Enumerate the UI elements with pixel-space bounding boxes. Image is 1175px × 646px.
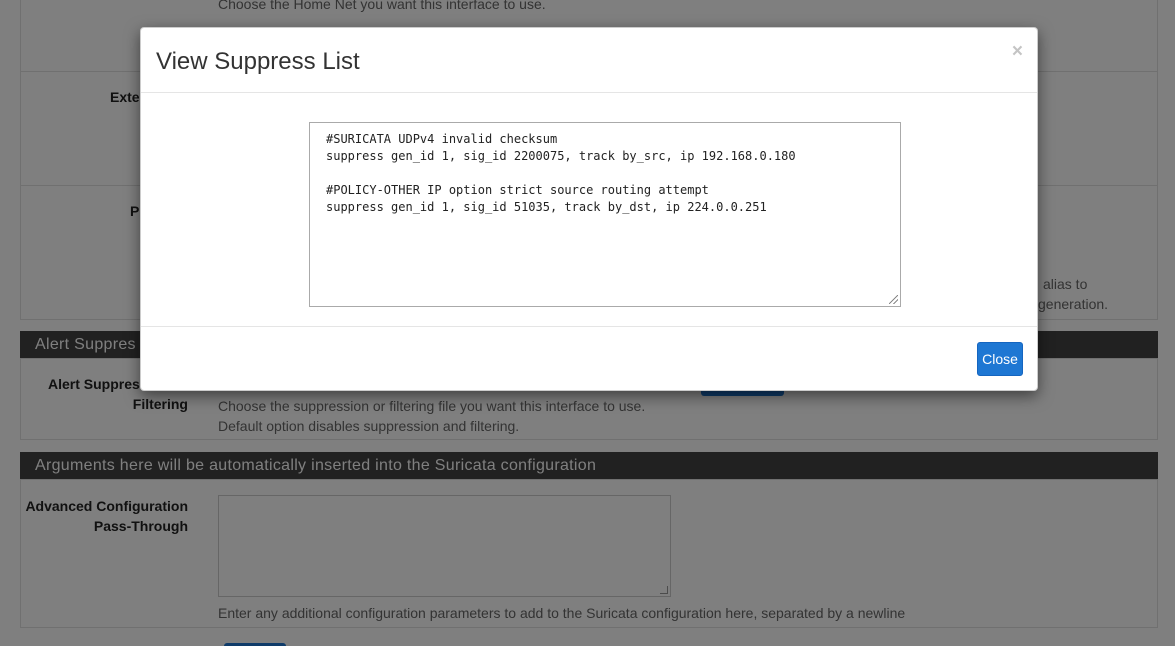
modal-title: View Suppress List [156, 48, 360, 75]
modal-header: View Suppress List × [141, 28, 1037, 93]
close-icon[interactable]: × [1012, 42, 1023, 62]
suppress-list-modal: View Suppress List × #SURICATA UDPv4 inv… [140, 27, 1038, 391]
modal-body: #SURICATA UDPv4 invalid checksum suppres… [141, 93, 1037, 327]
resize-grip-icon[interactable] [889, 295, 898, 304]
suppress-list-content: #SURICATA UDPv4 invalid checksum suppres… [326, 132, 796, 214]
close-button[interactable]: Close [977, 342, 1023, 376]
suppress-list-textarea[interactable]: #SURICATA UDPv4 invalid checksum suppres… [309, 122, 901, 307]
modal-footer: Close [141, 327, 1037, 391]
